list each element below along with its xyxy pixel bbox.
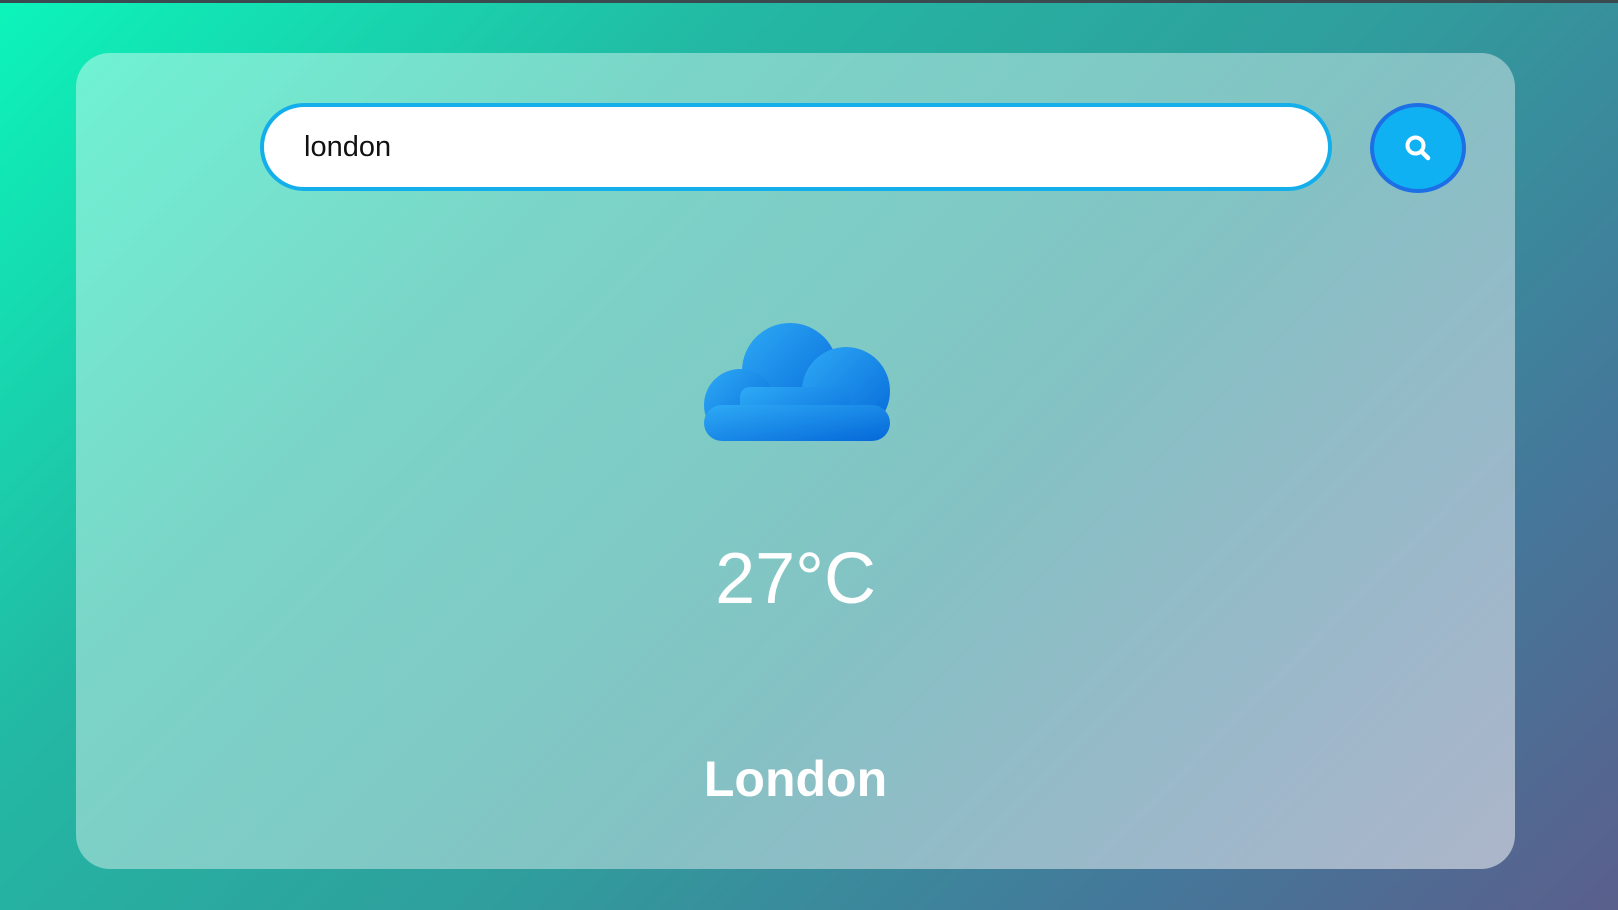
weather-card: 27°C London <box>76 53 1515 869</box>
search-input[interactable] <box>260 103 1332 191</box>
search-button[interactable] <box>1370 103 1466 193</box>
top-border <box>0 0 1618 3</box>
search-icon <box>1403 133 1433 163</box>
city-name: London <box>703 751 888 807</box>
cloud-icon <box>702 317 894 445</box>
temperature: 27°C <box>715 539 876 619</box>
